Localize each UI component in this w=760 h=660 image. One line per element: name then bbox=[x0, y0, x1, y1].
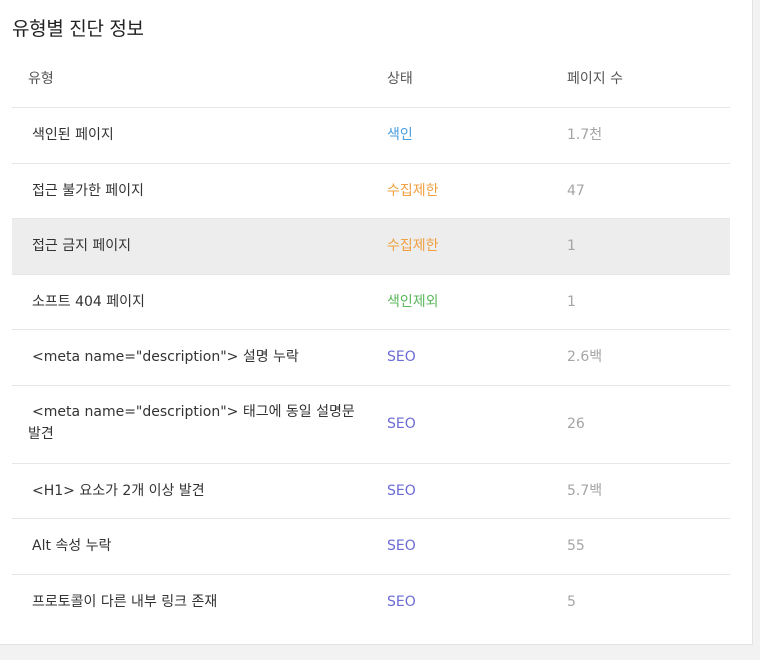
row-type[interactable]: 색인된 페이지 bbox=[32, 124, 372, 146]
table-header: 유형 상태 페이지 수 bbox=[12, 52, 730, 108]
table-row[interactable]: <meta name="description"> 태그에 동일 설명문 발견 … bbox=[12, 386, 730, 464]
row-status: 색인제외 bbox=[387, 293, 439, 310]
row-status: SEO bbox=[387, 349, 416, 365]
diagnosis-card: 유형별 진단 정보 유형 상태 페이지 수 색인된 페이지 색인 1.7천 접근… bbox=[0, 0, 753, 645]
page-title: 유형별 진단 정보 bbox=[12, 18, 144, 40]
table-row[interactable]: 색인된 페이지 색인 1.7천 bbox=[12, 108, 730, 164]
row-count: 2.6백 bbox=[567, 349, 603, 365]
row-type[interactable]: <meta name="description"> 태그에 동일 설명문 발견 bbox=[28, 401, 368, 445]
row-type[interactable]: Alt 속성 누락 bbox=[32, 535, 372, 557]
row-count: 5 bbox=[567, 593, 576, 610]
table-row[interactable]: <H1> 요소가 2개 이상 발견 SEO 5.7백 bbox=[12, 464, 730, 519]
row-count: 1 bbox=[567, 238, 576, 254]
row-count: 26 bbox=[567, 415, 585, 432]
table-row[interactable]: Alt 속성 누락 SEO 55 bbox=[12, 519, 730, 575]
table-row[interactable]: 프로토콜이 다른 내부 링크 존재 SEO 5 bbox=[12, 575, 730, 631]
row-type[interactable]: <H1> 요소가 2개 이상 발견 bbox=[32, 480, 372, 502]
row-type[interactable]: 프로토콜이 다른 내부 링크 존재 bbox=[32, 591, 372, 613]
diagnosis-table: 유형 상태 페이지 수 색인된 페이지 색인 1.7천 접근 불가한 페이지 수… bbox=[12, 52, 730, 630]
row-status: 수집제한 bbox=[387, 238, 439, 254]
row-status: SEO bbox=[387, 482, 416, 499]
row-type[interactable]: 접근 불가한 페이지 bbox=[32, 180, 372, 202]
header-status[interactable]: 상태 bbox=[387, 68, 413, 90]
row-count: 47 bbox=[567, 182, 585, 199]
table-row[interactable]: <meta name="description"> 설명 누락 SEO 2.6백 bbox=[12, 330, 730, 386]
table-row[interactable]: 접근 불가한 페이지 수집제한 47 bbox=[12, 164, 730, 219]
row-count: 5.7백 bbox=[567, 482, 603, 499]
row-type[interactable]: 소프트 404 페이지 bbox=[32, 291, 372, 313]
row-status: 수집제한 bbox=[387, 182, 439, 199]
row-status: SEO bbox=[387, 593, 416, 610]
table-row[interactable]: 소프트 404 페이지 색인제외 1 bbox=[12, 275, 730, 330]
row-count: 1 bbox=[567, 293, 576, 310]
row-count: 1.7천 bbox=[567, 127, 603, 143]
row-status: SEO bbox=[387, 415, 416, 432]
header-page-count[interactable]: 페이지 수 bbox=[567, 68, 623, 90]
row-count: 55 bbox=[567, 538, 585, 554]
row-status: 색인 bbox=[387, 127, 413, 143]
row-type[interactable]: 접근 금지 페이지 bbox=[32, 235, 372, 257]
row-status: SEO bbox=[387, 538, 416, 554]
header-type[interactable]: 유형 bbox=[28, 68, 368, 90]
table-row[interactable]: 접근 금지 페이지 수집제한 1 bbox=[12, 219, 730, 275]
row-type[interactable]: <meta name="description"> 설명 누락 bbox=[32, 346, 372, 368]
